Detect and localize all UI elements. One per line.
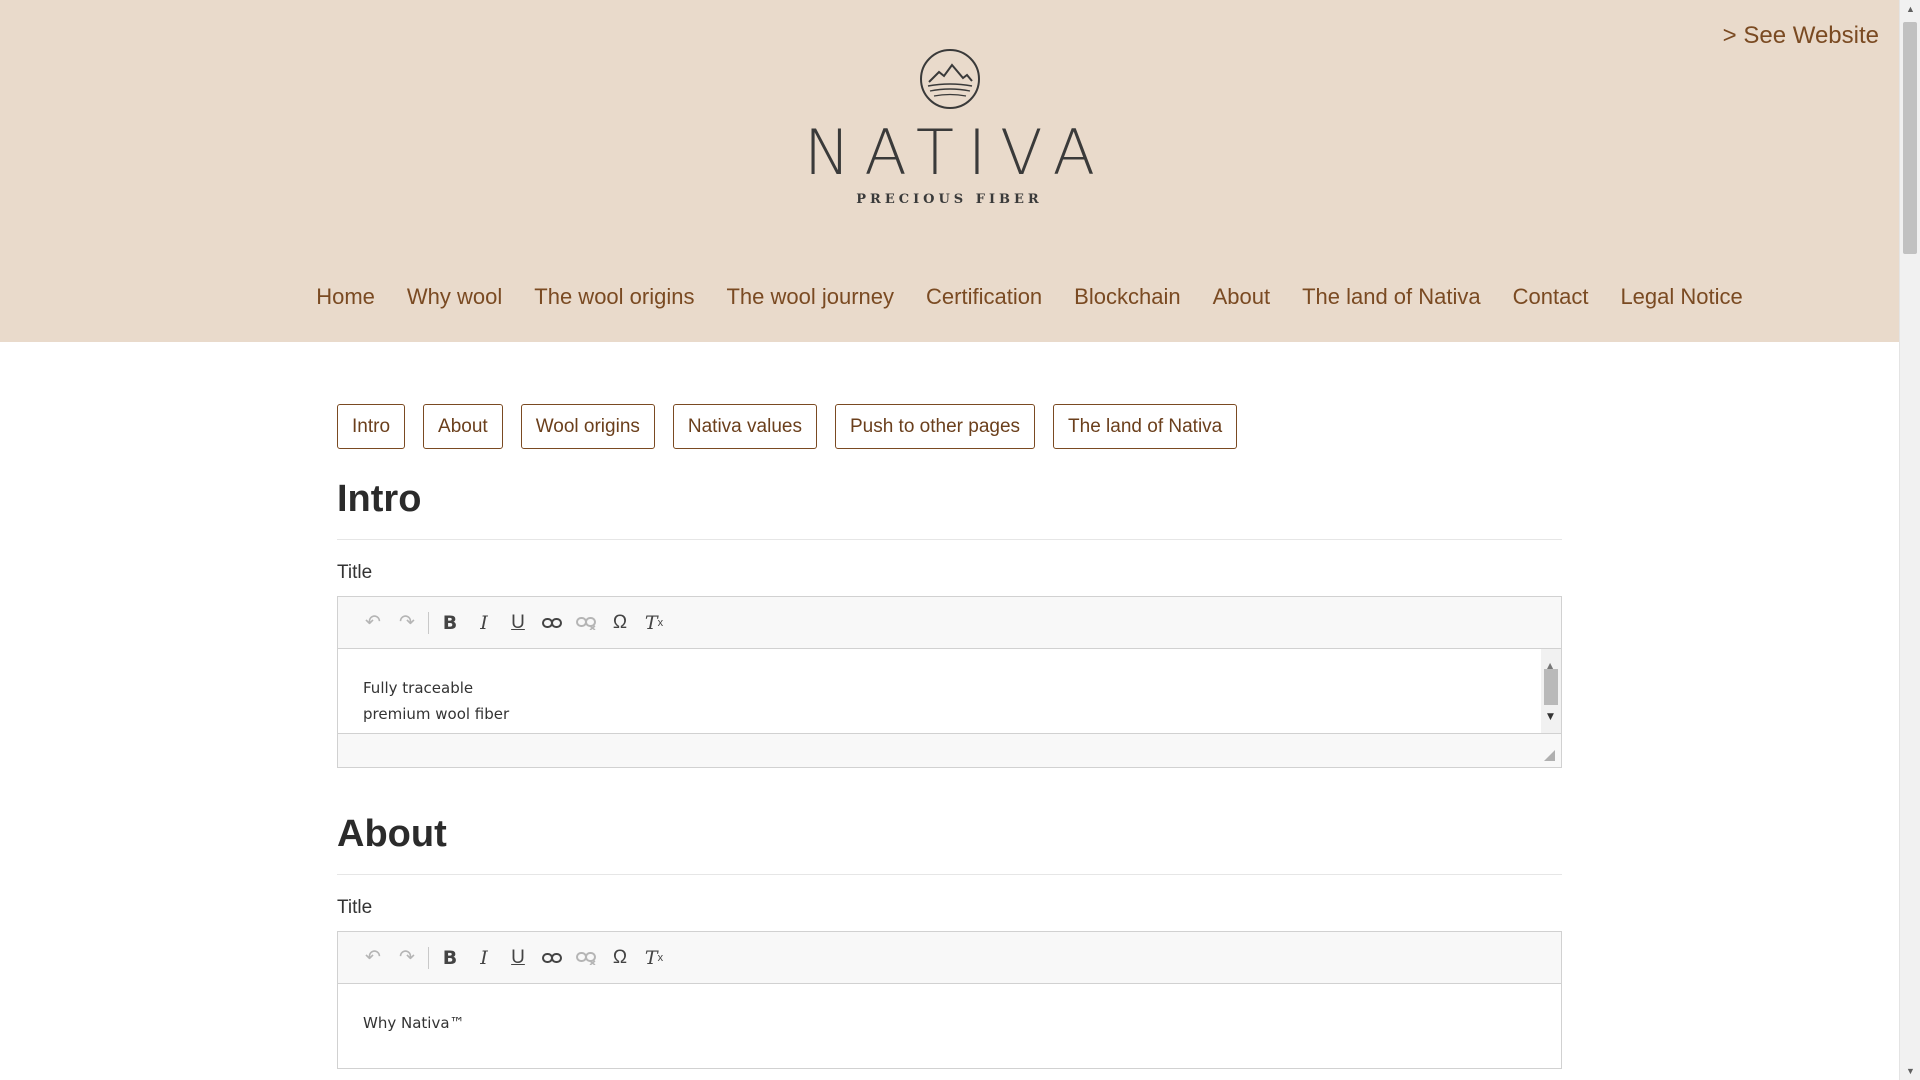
nav-item-why-wool[interactable]: Why wool (407, 284, 502, 310)
italic-icon[interactable]: I (467, 608, 501, 638)
nav-item-contact[interactable]: Contact (1513, 284, 1589, 310)
editor-line: Fully traceable (363, 679, 474, 697)
redo-icon[interactable]: ↷ (390, 608, 424, 638)
brand-tagline: PRECIOUS FIBER (856, 192, 1043, 207)
unlink-icon[interactable] (569, 608, 603, 638)
tab-intro[interactable]: Intro (337, 404, 406, 449)
editor-line: premium wool fiber (363, 705, 510, 723)
nav-item-certification[interactable]: Certification (926, 284, 1042, 310)
scrollbar-thumb[interactable] (1903, 22, 1917, 254)
special-character-icon[interactable]: Ω (603, 943, 637, 973)
page-scrollbar[interactable]: ▲ ▼ (1899, 0, 1920, 1080)
bold-icon[interactable]: B (433, 943, 467, 973)
tab-wool-origins[interactable]: Wool origins (520, 404, 655, 449)
resize-handle-icon[interactable] (1544, 750, 1555, 761)
tab-nativa-values[interactable]: Nativa values (672, 404, 817, 449)
italic-icon[interactable]: I (467, 943, 501, 973)
tab-land-of-nativa[interactable]: The land of Nativa (1053, 404, 1238, 449)
tab-about[interactable]: About (423, 404, 503, 449)
scroll-down-arrow-icon[interactable]: ▼ (1906, 1066, 1915, 1076)
editor-text-area[interactable]: Fully traceable premium wool fiber ▲ ▼ (338, 649, 1561, 733)
redo-icon[interactable]: ↷ (390, 943, 424, 973)
editor-scrollbar[interactable]: ▲ ▼ (1541, 649, 1561, 733)
editor-toolbar: ↶ ↷ B I U Ω Tx (338, 932, 1561, 984)
rich-text-editor: ↶ ↷ B I U Ω Tx Fully traceable premium w… (337, 596, 1562, 768)
bold-icon[interactable]: B (433, 608, 467, 638)
see-website-link[interactable]: > See Website (1723, 22, 1879, 50)
editor-statusbar (338, 733, 1561, 767)
undo-icon[interactable]: ↶ (356, 608, 390, 638)
section-tabs: Intro About Wool origins Nativa values P… (337, 404, 1562, 449)
nav-item-wool-origins[interactable]: The wool origins (534, 284, 694, 310)
underline-icon[interactable]: U (501, 943, 535, 973)
special-character-icon[interactable]: Ω (603, 608, 637, 638)
remove-format-icon[interactable]: Tx (637, 943, 671, 973)
underline-icon[interactable]: U (501, 608, 535, 638)
section-intro: Intro Title ↶ ↷ B I U Ω Tx Fully traceab… (337, 477, 1562, 768)
scroll-down-arrow-icon[interactable]: ▼ (1547, 704, 1554, 730)
nav-item-legal-notice[interactable]: Legal Notice (1620, 284, 1742, 310)
site-header: > See Website NATIVA PRECIOUS FIBER Home… (0, 0, 1899, 342)
section-title: About (337, 812, 1562, 875)
editor-text-area[interactable]: Why Nativa™ (338, 984, 1561, 1068)
section-about: About Title ↶ ↷ B I U Ω Tx Why Nativa™ (337, 812, 1562, 1069)
editor-line: Why Nativa™ (363, 1014, 465, 1032)
remove-format-icon[interactable]: Tx (637, 608, 671, 638)
undo-icon[interactable]: ↶ (356, 943, 390, 973)
scroll-up-arrow-icon[interactable]: ▲ (1906, 4, 1915, 14)
editor-scrollbar-thumb[interactable] (1544, 669, 1558, 705)
nav-item-land-of-nativa[interactable]: The land of Nativa (1302, 284, 1481, 310)
mountain-emblem-icon (919, 49, 980, 109)
nav-item-blockchain[interactable]: Blockchain (1074, 284, 1180, 310)
toolbar-divider (428, 611, 429, 634)
toolbar-divider (428, 946, 429, 969)
editor-toolbar: ↶ ↷ B I U Ω Tx (338, 597, 1561, 649)
main-nav: Home Why wool The wool origins The wool … (0, 284, 1899, 310)
tab-push-to-other-pages[interactable]: Push to other pages (834, 404, 1036, 449)
rich-text-editor: ↶ ↷ B I U Ω Tx Why Nativa™ (337, 931, 1562, 1069)
field-label: Title (337, 562, 373, 583)
nav-item-about[interactable]: About (1213, 284, 1271, 310)
editor-content: Intro About Wool origins Nativa values P… (337, 404, 1562, 1069)
nav-item-wool-journey[interactable]: The wool journey (726, 284, 894, 310)
nav-item-home[interactable]: Home (316, 284, 375, 310)
section-title: Intro (337, 477, 1562, 540)
brand-logo[interactable]: NATIVA PRECIOUS FIBER (0, 48, 1899, 207)
link-icon[interactable] (535, 943, 569, 973)
field-label: Title (337, 897, 373, 918)
brand-name: NATIVA (804, 116, 1109, 189)
unlink-icon[interactable] (569, 943, 603, 973)
link-icon[interactable] (535, 608, 569, 638)
